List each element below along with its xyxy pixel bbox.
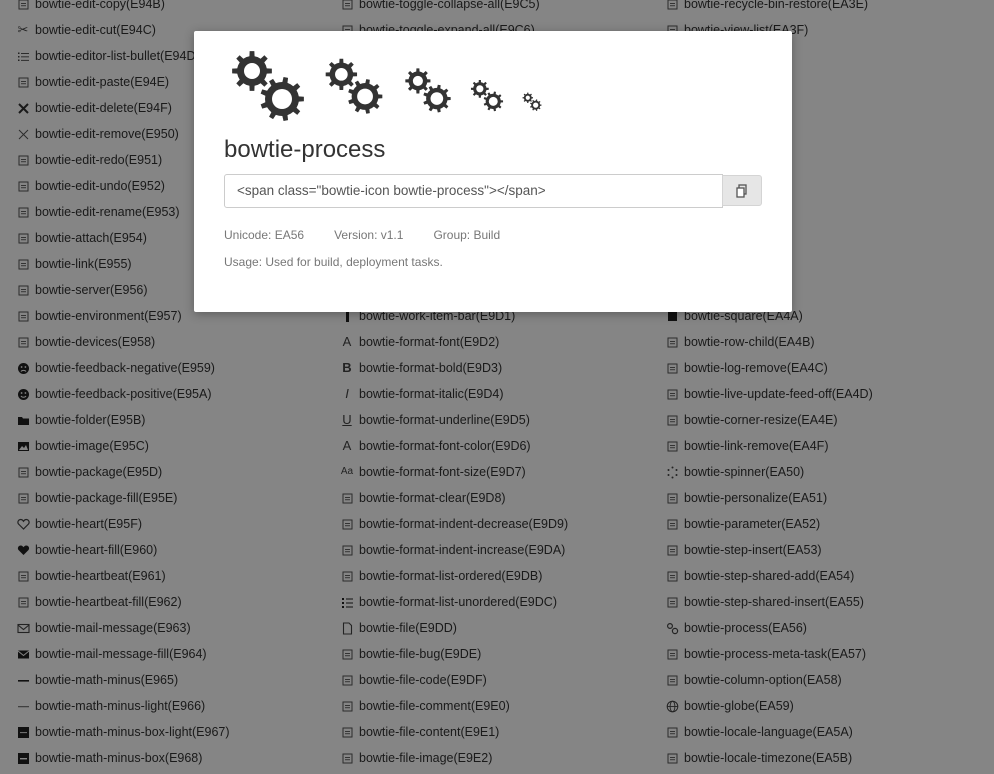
copy-icon xyxy=(736,183,747,198)
icon-meta: Unicode: EA56 Version: v1.1 Group: Build xyxy=(224,228,530,242)
usage-text: Usage: Used for build, deployment tasks. xyxy=(224,255,443,269)
group-value: Group: Build xyxy=(433,228,501,242)
unicode-value: Unicode: EA56 xyxy=(224,228,305,242)
icon-code-input[interactable]: <span class="bowtie-icon bowtie-process"… xyxy=(224,174,723,208)
version-value: Version: v1.1 xyxy=(334,228,404,242)
process-icon xyxy=(522,92,542,111)
icon-detail-modal: bowtie-process <span class="bowtie-icon … xyxy=(194,31,792,312)
process-icon xyxy=(470,79,504,112)
process-icon xyxy=(405,68,451,113)
process-icon xyxy=(325,58,383,114)
process-icon xyxy=(232,51,304,121)
modal-title: bowtie-process xyxy=(224,136,386,163)
copy-button[interactable] xyxy=(722,175,762,206)
